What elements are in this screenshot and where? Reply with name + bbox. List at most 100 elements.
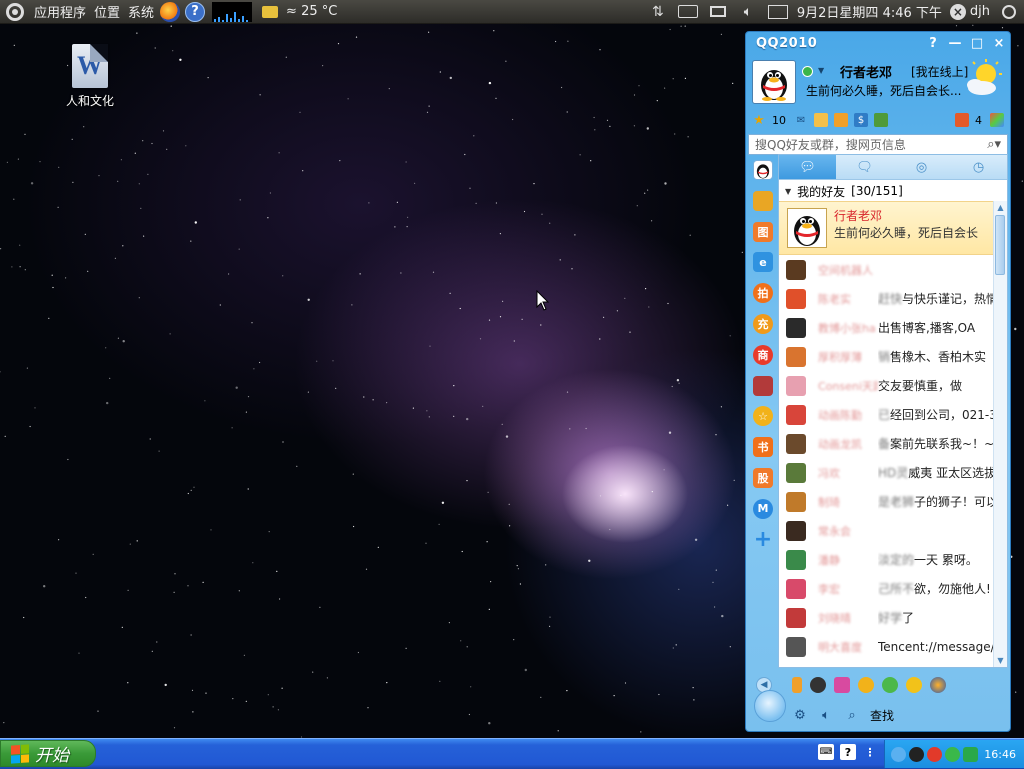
collapse-triangle-icon: ▼ xyxy=(785,186,792,196)
sidebar-mall-icon[interactable]: 商 xyxy=(753,344,773,365)
qq-titlebar[interactable]: QQ2010 ? — □ × xyxy=(746,32,1010,54)
shopping-icon[interactable] xyxy=(814,113,828,127)
friend-list-item[interactable]: 冯欢 HD灵威夷 亚太区选拔赛 xyxy=(779,458,994,487)
status-dropdown-icon[interactable]: ▼ xyxy=(818,66,824,75)
keyboard-icon[interactable] xyxy=(676,0,700,24)
message-box-icon[interactable] xyxy=(955,113,969,127)
friend-selected[interactable]: 行者老邓 生前何必久睡，死后自会长 xyxy=(779,201,994,255)
friend-list-item[interactable]: 教博小张ha 出售博客,播客,OA xyxy=(779,313,994,342)
sidebar-recharge-icon[interactable]: 充 xyxy=(753,313,773,334)
sidebar-paipai-icon[interactable]: 拍 xyxy=(753,283,773,304)
qq-search-input[interactable]: 搜QQ好友或群，搜网页信息 ⌕▾ xyxy=(748,134,1008,155)
security-tray-icon[interactable] xyxy=(927,746,942,762)
qq-close-button[interactable]: × xyxy=(988,34,1010,52)
chat-tray-icon[interactable]: ⋮ xyxy=(862,744,878,760)
settings-gear-icon[interactable]: ⚙ xyxy=(792,707,808,723)
my-signature[interactable]: 生前何必久睡，死后自会长... xyxy=(806,82,976,99)
clock[interactable]: 9月2日星期四 4:46 下午 xyxy=(793,0,946,24)
firefox-small-icon[interactable] xyxy=(930,677,946,693)
shield-tray-icon[interactable] xyxy=(963,746,978,762)
qq-minimize-button[interactable]: — xyxy=(944,34,966,52)
qq-mail-icon[interactable]: ✉ xyxy=(794,113,808,127)
weather-indicator[interactable]: ≈ 25 °C xyxy=(282,0,341,24)
ubuntu-logo-icon[interactable] xyxy=(6,2,24,21)
tab-groups[interactable]: 🗨︎ xyxy=(836,155,893,179)
keyboard-tray-icon[interactable]: ⌨ xyxy=(818,744,834,760)
scroll-down-icon[interactable]: ▼ xyxy=(994,654,1007,667)
tab-contacts[interactable]: 💬︎ xyxy=(779,155,836,179)
firefox-icon[interactable] xyxy=(160,1,181,22)
live-icon[interactable] xyxy=(906,677,922,693)
online-status-icon[interactable] xyxy=(802,66,813,77)
scroll-up-icon[interactable]: ▲ xyxy=(994,201,1007,214)
level-star-icon[interactable]: ★ xyxy=(752,113,766,128)
qq-help-button[interactable]: ? xyxy=(922,34,944,52)
help-icon[interactable]: ? xyxy=(185,1,206,22)
qq-dog-icon[interactable] xyxy=(882,677,898,693)
pet-icon[interactable] xyxy=(858,677,874,693)
mobile-icon[interactable] xyxy=(792,677,802,693)
games-icon[interactable] xyxy=(834,677,850,693)
sidebar-browser-icon[interactable]: e xyxy=(753,252,773,273)
tab-recent[interactable]: ◷ xyxy=(950,155,1007,179)
group-count: [30/151] xyxy=(851,184,903,198)
friend-list-item[interactable]: 潘静 淡定的一天 累呀。 xyxy=(779,545,994,574)
find-button[interactable]: 查找 xyxy=(870,707,894,724)
friend-list-item[interactable]: 制琦 是老狮子的狮子！可以当 xyxy=(779,487,994,516)
friend-list-item[interactable]: Conseni天路 交友要慎重，做 xyxy=(779,371,994,400)
sound-icon[interactable]: 🔈︎ xyxy=(818,707,834,723)
help-tray-icon[interactable]: ? xyxy=(840,744,856,760)
friend-list-item[interactable]: 动画陈勤 已经回到公司，021-3 xyxy=(779,400,994,429)
main-menu-button[interactable] xyxy=(754,690,786,722)
sidebar-msn-icon[interactable]: M xyxy=(753,498,773,519)
friend-list-item[interactable]: 刘晓晴 好学了 xyxy=(779,603,994,632)
friend-list-item[interactable]: 厚积厚薄 销售橡木、香柏木实 xyxy=(779,342,994,371)
qq-maximize-button[interactable]: □ xyxy=(966,34,988,52)
system-monitor-graph[interactable] xyxy=(212,1,253,22)
find-icon[interactable]: ⌕ xyxy=(844,707,860,723)
my-avatar[interactable] xyxy=(752,60,796,104)
friend-list-item[interactable]: 李宏 己所不欲，勿施他人! xyxy=(779,574,994,603)
sidebar-photo-icon[interactable]: 图 xyxy=(753,221,773,242)
antivirus-tray-icon[interactable] xyxy=(945,746,960,762)
qq-tray-icon[interactable] xyxy=(909,746,924,762)
power-icon[interactable] xyxy=(997,0,1021,24)
sidebar-star-icon[interactable]: ☆ xyxy=(753,406,773,427)
friend-list-scrollbar[interactable]: ▲ ▼ xyxy=(993,201,1007,667)
start-button[interactable]: 开始 xyxy=(0,740,96,767)
user-menu[interactable]: × djh xyxy=(946,0,994,24)
menu-places[interactable]: 位置 xyxy=(90,0,124,24)
friend-group-header[interactable]: ▼ 我的好友 [30/151] xyxy=(779,180,1007,202)
sidebar-book-icon[interactable]: 书 xyxy=(753,437,773,458)
news-icon[interactable] xyxy=(874,113,888,127)
mail-icon[interactable] xyxy=(766,0,790,24)
weather-sun-cloud-icon[interactable] xyxy=(962,58,1004,98)
skin-icon[interactable] xyxy=(990,113,1004,127)
desktop-icon-document[interactable]: W 人和文化 xyxy=(60,44,120,109)
display-icon[interactable] xyxy=(706,0,730,24)
menu-system[interactable]: 系统 xyxy=(124,0,158,24)
friend-list-item[interactable]: 动画龙凯 备案前先联系我~！~ xyxy=(779,429,994,458)
network-transfer-icon[interactable]: ⇅ xyxy=(646,0,670,24)
friend-list-item[interactable]: 明大喜度 Tencent://message/?ui xyxy=(779,632,994,661)
sidebar-qq-icon[interactable] xyxy=(753,160,773,180)
folder-icon[interactable] xyxy=(262,5,279,18)
friend-list-item[interactable]: 空间机器人 xyxy=(779,255,994,284)
sidebar-qzone-icon[interactable] xyxy=(753,190,773,211)
volume-icon[interactable]: 🔈︎ xyxy=(736,0,760,24)
scroll-thumb[interactable] xyxy=(995,215,1005,275)
my-status-text[interactable]: [我在线上] xyxy=(911,63,968,80)
sidebar-music-icon[interactable] xyxy=(753,375,773,396)
tray-expand-icon[interactable] xyxy=(891,746,906,762)
tenpay-icon[interactable]: $ xyxy=(854,113,868,127)
friend-list-item[interactable]: 常永会 xyxy=(779,516,994,545)
qq-friend-icon[interactable] xyxy=(810,677,826,693)
tab-qzone[interactable]: ◎ xyxy=(893,155,950,179)
wallet-icon[interactable] xyxy=(834,113,848,127)
friend-list-item[interactable]: 陈老实 赶快与快乐谨记，热情 xyxy=(779,284,994,313)
taskbar-clock[interactable]: 16:46 xyxy=(984,748,1016,761)
menu-applications[interactable]: 应用程序 xyxy=(30,0,90,24)
sidebar-add-app-icon[interactable]: + xyxy=(753,527,773,552)
search-icon[interactable]: ⌕▾ xyxy=(987,137,1001,152)
sidebar-stock-icon[interactable]: 股 xyxy=(753,467,773,488)
